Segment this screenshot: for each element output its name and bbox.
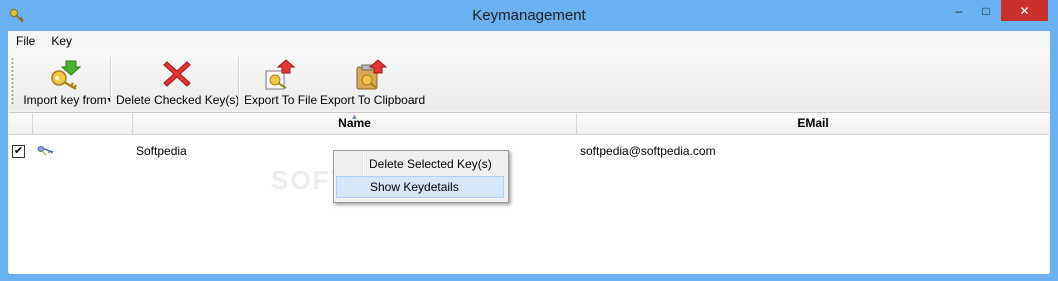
client-area: File Key Import key from ▼ Del bbox=[8, 31, 1050, 274]
delete-checked-button[interactable]: Delete Checked Key(s) bbox=[116, 53, 240, 108]
grid-header: ▲ Name EMail bbox=[9, 112, 1049, 135]
header-name-column[interactable]: ▲ Name bbox=[133, 112, 577, 134]
export-file-button[interactable]: Export To File bbox=[244, 53, 318, 108]
delete-checked-label: Delete Checked Key(s) bbox=[116, 93, 240, 107]
close-button[interactable]: ✕ bbox=[1001, 0, 1048, 21]
context-menu: Delete Selected Key(s) Show Keydetails bbox=[333, 150, 509, 203]
row-name: Softpedia bbox=[136, 144, 187, 158]
header-icon-column[interactable] bbox=[33, 113, 133, 134]
table-row[interactable]: ✔ Softpedia softpedia@softpedia.com bbox=[9, 135, 1049, 168]
delete-x-icon bbox=[163, 61, 191, 87]
export-clipboard-label: Export To Clipboard bbox=[320, 93, 426, 107]
toolbar: Import key from ▼ Delete Checked Key(s) bbox=[8, 51, 1050, 110]
context-delete-selected[interactable]: Delete Selected Key(s) bbox=[336, 153, 504, 175]
export-clipboard-button[interactable]: Export To Clipboard bbox=[320, 53, 426, 108]
toolbar-separator bbox=[238, 57, 240, 103]
menu-bar: File Key bbox=[8, 31, 1050, 51]
import-key-button[interactable]: Import key from ▼ bbox=[18, 53, 113, 108]
menu-key[interactable]: Key bbox=[43, 34, 80, 48]
key-grid: ▲ Name EMail ✔ Softpedia softpedia@softp… bbox=[9, 112, 1049, 274]
maximize-button[interactable]: □ bbox=[973, 0, 999, 21]
window-title: Keymanagement bbox=[472, 7, 586, 24]
minimize-button[interactable]: – bbox=[945, 0, 973, 21]
row-checkbox[interactable]: ✔ bbox=[12, 145, 25, 158]
sort-ascending-icon: ▲ bbox=[350, 112, 359, 121]
row-email: softpedia@softpedia.com bbox=[580, 144, 716, 158]
import-key-label: Import key from bbox=[23, 93, 107, 107]
menu-file[interactable]: File bbox=[8, 34, 43, 48]
toolbar-separator bbox=[110, 57, 112, 103]
context-show-keydetails[interactable]: Show Keydetails bbox=[336, 176, 504, 198]
export-file-icon bbox=[265, 59, 296, 90]
header-email-column[interactable]: EMail bbox=[577, 113, 1049, 134]
header-check-column[interactable] bbox=[9, 113, 33, 134]
export-file-label: Export To File bbox=[244, 93, 318, 107]
key-icon bbox=[37, 135, 55, 168]
key-import-icon bbox=[51, 60, 82, 90]
toolbar-grip[interactable] bbox=[11, 57, 14, 105]
app-window: Keymanagement – □ ✕ File Key Import key … bbox=[0, 0, 1058, 281]
title-bar[interactable]: Keymanagement – □ ✕ bbox=[0, 0, 1058, 31]
export-clipboard-icon bbox=[356, 59, 387, 90]
